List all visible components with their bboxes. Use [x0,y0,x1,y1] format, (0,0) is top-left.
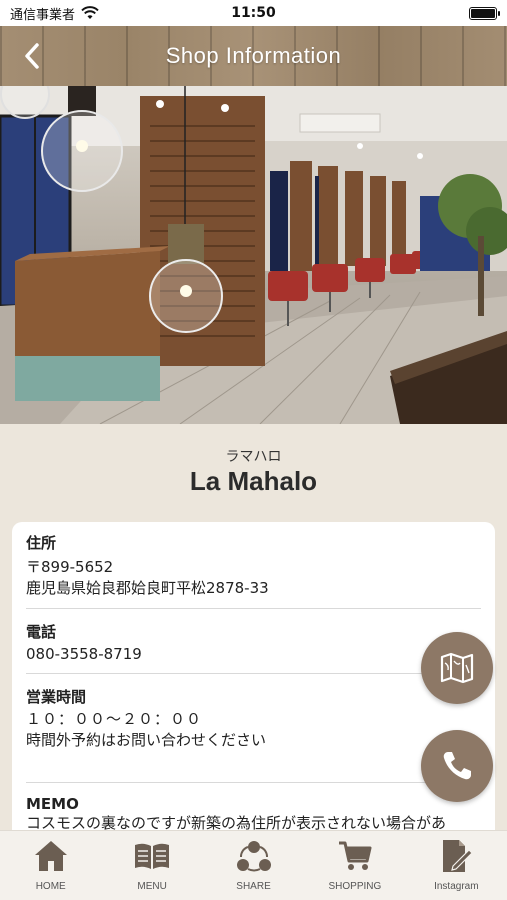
status-time: 11:50 [231,5,276,21]
document-pen-icon [436,837,476,875]
call-button[interactable] [421,730,493,802]
tab-instagram[interactable]: Instagram [406,831,507,900]
status-bar: 通信事業者 11:50 [0,0,507,26]
hours-text: １０：００〜２０：００ [26,710,203,728]
header-bar: Shop Information [0,26,507,86]
hours-note: 時間外予約はお問い合わせください [26,731,267,749]
back-button[interactable] [14,38,50,74]
map-button[interactable] [421,632,493,704]
home-icon [31,837,71,875]
hours-label: 営業時間 [26,688,87,706]
tab-share[interactable]: SHARE [203,831,304,900]
phone-label: 電話 [26,623,57,641]
memo-text: コスモスの裏なのですが新築の為住所が表示されない場合があ [26,814,447,830]
cart-icon [335,837,375,875]
battery-icon [469,6,500,20]
tab-home[interactable]: HOME [0,831,101,900]
address-label: 住所 [26,534,57,552]
address-text[interactable]: 鹿児島県姶良郡姶良町平松2878-33 [26,578,481,599]
shop-name: La Mahalo [189,466,318,496]
tab-shopping[interactable]: SHOPPING [304,831,405,900]
phone-icon [443,752,471,780]
book-icon [132,837,172,875]
page-title: Shop Information [165,43,342,68]
tab-label: MENU [137,881,167,892]
postal-code: 〒899-5652 [26,558,114,576]
tab-bar: HOME MENU SHARE SHOPPING Instagram [0,830,507,900]
map-icon [440,652,474,684]
shop-name-kana: ラマハロ [225,449,282,465]
tab-label: SHOPPING [328,881,382,892]
tab-label: Instagram [434,881,479,892]
memo-section: MEMO コスモスの裏なのですが新築の為住所が表示されない場合があ [12,783,495,830]
chevron-left-icon [25,43,39,69]
memo-label: MEMO [26,795,79,813]
shop-photo [0,86,507,424]
tab-label: HOME [35,881,66,892]
tab-label: SHARE [236,881,271,892]
address-section: 住所 〒899-5652 鹿児島県姶良郡姶良町平松2878-33 [12,522,495,608]
share-icon [234,837,274,875]
salon-interior-image [0,86,507,424]
phone-number[interactable]: 080-3558-8719 [26,644,481,665]
tab-menu[interactable]: MENU [101,831,202,900]
